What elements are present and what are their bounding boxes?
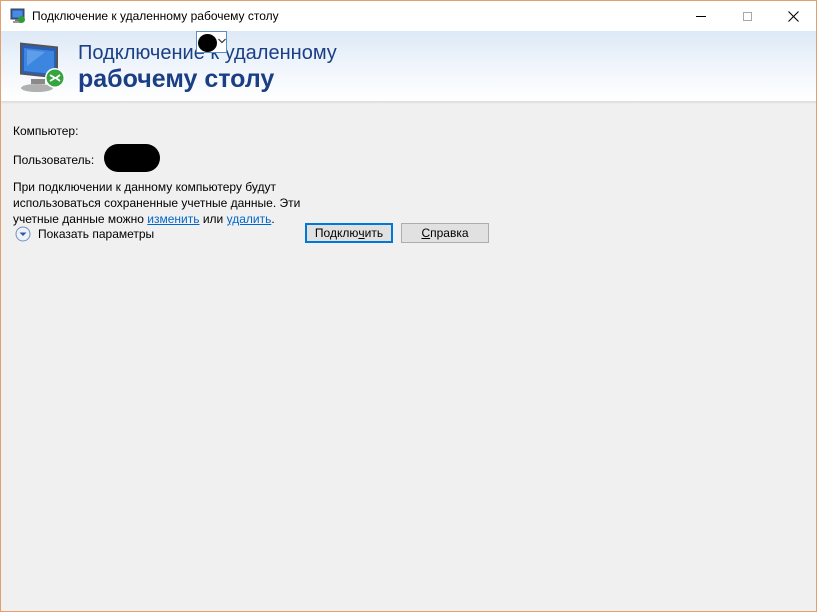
help-button[interactable]: Справка — [401, 223, 489, 243]
show-options-toggle[interactable]: Показать параметры — [15, 225, 154, 243]
close-button[interactable] — [770, 1, 816, 31]
banner-divider — [1, 101, 816, 104]
close-icon — [787, 10, 799, 22]
chevron-down-icon — [218, 38, 226, 44]
user-label: Пользователь: — [13, 153, 95, 167]
expand-options-icon — [15, 226, 31, 242]
edit-credentials-link[interactable]: изменить — [147, 212, 199, 226]
maximize-button[interactable] — [724, 1, 770, 31]
connect-label-post: ить — [364, 226, 384, 240]
redacted-user-name — [104, 144, 160, 172]
title-bar[interactable]: Подключение к удаленному рабочему столу — [1, 1, 816, 31]
redacted-computer-name — [198, 34, 217, 52]
connect-button[interactable]: Подклю ч ить — [305, 223, 393, 243]
info-line-2: использоваться сохраненные учетные данны… — [13, 196, 301, 210]
info-line-1: При подключении к данному компьютеру буд… — [13, 180, 276, 194]
show-options-label: Показать параметры — [38, 227, 155, 241]
header-banner: Подключение к удаленному рабочему столу — [1, 31, 816, 102]
info-line-3-prefix: учетные данные можно — [13, 212, 148, 226]
connect-label-pre: Подклю — [314, 226, 359, 240]
remote-desktop-monitor-icon — [20, 42, 65, 92]
minimize-icon — [696, 15, 706, 17]
info-line-3-mid: или — [199, 212, 227, 226]
maximize-icon — [742, 11, 752, 21]
delete-credentials-link[interactable]: удалить — [227, 212, 272, 226]
minimize-button[interactable] — [678, 1, 724, 31]
window-title: Подключение к удаленному рабочему столу — [32, 9, 279, 23]
computer-dropdown[interactable] — [196, 31, 227, 53]
banner-title-line2: рабочему столу — [78, 65, 275, 93]
computer-label: Компьютер: — [13, 124, 79, 138]
remote-desktop-icon — [10, 8, 25, 23]
credentials-info: При подключении к данному компьютеру буд… — [13, 179, 303, 227]
rdp-window: Подключение к удаленному рабочему столу — [0, 0, 817, 612]
help-mnemonic: С — [421, 226, 431, 240]
info-line-3-end: . — [271, 212, 275, 226]
help-label-post: правка — [430, 226, 469, 240]
